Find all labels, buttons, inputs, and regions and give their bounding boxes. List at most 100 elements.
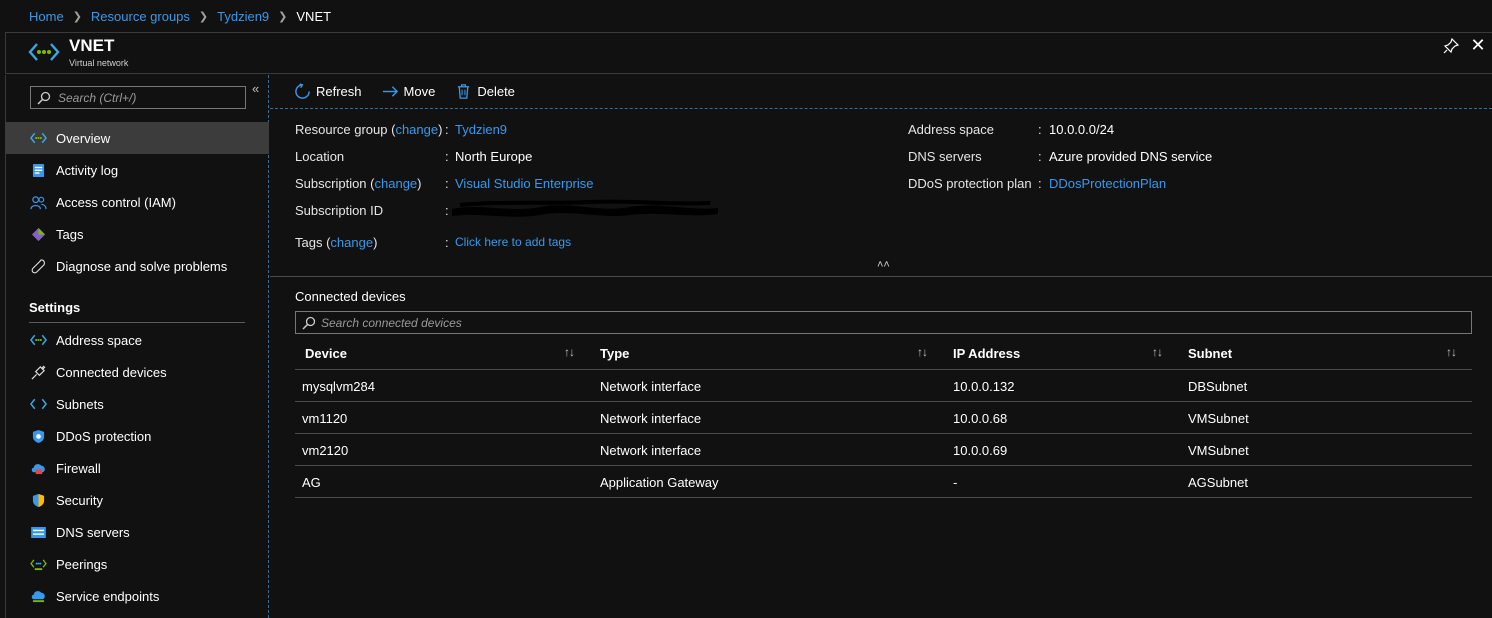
- sidebar-item-ddos[interactable]: DDoS protection: [6, 420, 269, 452]
- sidebar-item-label: Firewall: [56, 460, 101, 476]
- firewall-icon: [29, 459, 47, 477]
- security-shield-icon: [29, 491, 47, 509]
- blade-header: VNET Virtual network ✕: [5, 32, 1492, 74]
- address-space-label: Address space: [908, 122, 994, 137]
- connected-devices-search[interactable]: [295, 311, 1472, 334]
- chevron-right-icon: ❯: [198, 10, 209, 23]
- sidebar-item-label: Overview: [56, 130, 111, 146]
- refresh-icon: [295, 83, 310, 99]
- ddos-plan-value[interactable]: DDosProtectionPlan: [1049, 176, 1166, 191]
- table-row[interactable]: vm2120 Network interface 10.0.0.69 VMSub…: [295, 434, 1472, 466]
- subnet-cell: AGSubnet: [1188, 475, 1248, 490]
- sidebar-item-security[interactable]: Security: [6, 484, 269, 516]
- device-cell: mysqlvm284: [302, 379, 375, 394]
- dns-servers-label: DNS servers: [908, 149, 982, 164]
- page-title: VNET: [69, 36, 115, 55]
- subnet-icon: [29, 395, 47, 413]
- dns-icon: [29, 523, 47, 541]
- subnet-cell: VMSubnet: [1188, 443, 1249, 458]
- breadcrumb-resource-group[interactable]: Tydzien9: [217, 9, 269, 24]
- pin-icon[interactable]: [1442, 37, 1460, 55]
- address-space-value: 10.0.0.0/24: [1049, 122, 1115, 137]
- subscription-change-link[interactable]: change: [375, 176, 418, 191]
- resource-menu: « Overview Activity log Access control (…: [5, 75, 269, 618]
- type-cell: Network interface: [600, 379, 702, 394]
- sidebar-item-iam[interactable]: Access control (IAM): [6, 186, 269, 218]
- type-cell: Network interface: [600, 443, 702, 458]
- column-header-subnet[interactable]: Subnet: [1188, 346, 1232, 361]
- sort-icon[interactable]: ↑↓: [1446, 345, 1457, 359]
- sidebar-item-label: Access control (IAM): [56, 194, 176, 210]
- resource-group-label: Resource group (change): [295, 122, 443, 137]
- sidebar-item-address-space[interactable]: Address space: [6, 324, 269, 356]
- sidebar-item-overview[interactable]: Overview: [6, 122, 269, 154]
- menu-search-input[interactable]: [58, 90, 238, 105]
- tags-label: Tags (change): [295, 235, 378, 250]
- ip-cell: 10.0.0.69: [953, 443, 1008, 458]
- sidebar-item-label: Service endpoints: [56, 588, 160, 604]
- breadcrumb: Home ❯ Resource groups ❯ Tydzien9 ❯ VNET: [0, 0, 1492, 32]
- breadcrumb-home[interactable]: Home: [29, 9, 64, 24]
- sort-icon[interactable]: ↑↓: [917, 345, 928, 359]
- menu-search[interactable]: [30, 86, 246, 109]
- subscription-value[interactable]: Visual Studio Enterprise: [455, 176, 594, 191]
- sidebar-item-connected-devices[interactable]: Connected devices: [6, 356, 269, 388]
- resource-group-value[interactable]: Tydzien9: [455, 122, 507, 137]
- delete-button[interactable]: Delete: [455, 83, 515, 100]
- colon: :: [1038, 176, 1042, 191]
- collapse-essentials-icon[interactable]: ˄˄: [877, 259, 890, 271]
- cloud-endpoint-icon: [29, 587, 47, 605]
- sidebar-item-tags[interactable]: Tags: [6, 218, 269, 250]
- sort-icon[interactable]: ↑↓: [564, 345, 575, 359]
- resource-group-change-link[interactable]: change: [395, 122, 438, 137]
- colon: :: [445, 235, 449, 250]
- connected-devices-table: Device ↑↓ Type ↑↓ IP Address ↑↓ Subnet ↑…: [295, 337, 1472, 498]
- sidebar-item-dns-servers[interactable]: DNS servers: [6, 516, 269, 548]
- delete-label: Delete: [477, 84, 515, 99]
- refresh-label: Refresh: [316, 84, 362, 99]
- collapse-menu-icon[interactable]: «: [252, 81, 259, 96]
- connected-devices-search-input[interactable]: [321, 315, 721, 330]
- sort-icon[interactable]: ↑↓: [1152, 345, 1163, 359]
- refresh-button[interactable]: Refresh: [294, 83, 362, 100]
- sidebar-item-label: DNS servers: [56, 524, 130, 540]
- sidebar-item-subnets[interactable]: Subnets: [6, 388, 269, 420]
- vnet-icon: [29, 129, 47, 147]
- search-icon: [37, 91, 51, 105]
- sidebar-item-firewall[interactable]: Firewall: [6, 452, 269, 484]
- plug-icon: [29, 363, 47, 381]
- column-header-device[interactable]: Device: [305, 346, 347, 361]
- sidebar-item-label: Diagnose and solve problems: [56, 258, 228, 274]
- sidebar-item-service-endpoints[interactable]: Service endpoints: [6, 580, 269, 612]
- sidebar-item-label: Address space: [56, 332, 142, 348]
- column-header-ip-address[interactable]: IP Address: [953, 346, 1020, 361]
- colon: :: [1038, 122, 1042, 137]
- sidebar-item-peerings[interactable]: Peerings: [6, 548, 269, 580]
- device-cell: vm2120: [302, 443, 349, 458]
- sidebar-item-activity-log[interactable]: Activity log: [6, 154, 269, 186]
- command-bar: Refresh Move Delete: [270, 75, 1492, 109]
- add-tags-link[interactable]: Click here to add tags: [455, 235, 571, 249]
- settings-section-header: Settings: [29, 300, 81, 315]
- table-row[interactable]: AG Application Gateway - AGSubnet: [295, 466, 1472, 498]
- sidebar-item-diagnose[interactable]: Diagnose and solve problems: [6, 250, 269, 282]
- essentials-panel: Resource group (change) : Tydzien9 Locat…: [270, 109, 1492, 277]
- arrow-right-icon: [382, 86, 398, 97]
- column-header-type[interactable]: Type: [600, 346, 629, 361]
- sidebar-item-label: Security: [56, 492, 103, 508]
- type-cell: Network interface: [600, 411, 702, 426]
- ip-cell: 10.0.0.68: [953, 411, 1008, 426]
- sidebar-item-label: Tags: [56, 226, 84, 242]
- subnet-cell: DBSubnet: [1188, 379, 1248, 394]
- close-icon[interactable]: ✕: [1468, 35, 1488, 55]
- device-cell: vm1120: [302, 411, 348, 426]
- move-button[interactable]: Move: [382, 83, 435, 100]
- tags-change-link[interactable]: change: [330, 235, 373, 250]
- sidebar-item-label: Activity log: [56, 162, 119, 178]
- shield-icon: [29, 427, 47, 445]
- table-row[interactable]: mysqlvm284 Network interface 10.0.0.132 …: [295, 370, 1472, 402]
- table-row[interactable]: vm1120 Network interface 10.0.0.68 VMSub…: [295, 402, 1472, 434]
- chevron-right-icon: ❯: [278, 10, 288, 23]
- vnet-icon: [28, 43, 60, 61]
- breadcrumb-resource-groups[interactable]: Resource groups: [91, 9, 190, 24]
